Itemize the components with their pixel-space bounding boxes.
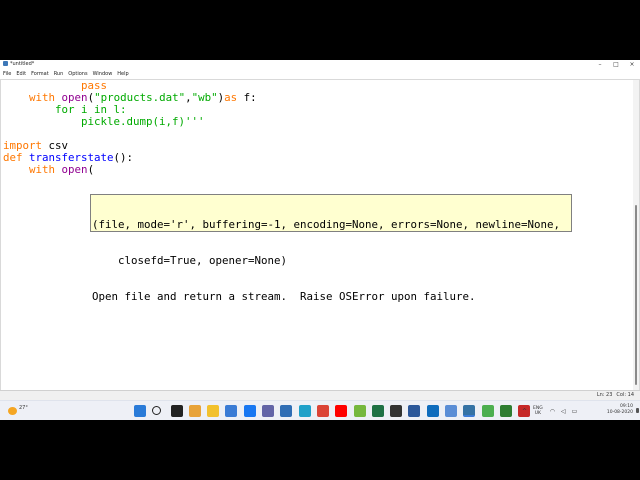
taskbar: 27° ^ ENG UK ◠ ◁ ▭ 09:10 10-08-2020 (0, 400, 640, 420)
excel-icon[interactable] (371, 405, 384, 417)
word-icon[interactable] (408, 405, 421, 417)
menu-window[interactable]: Window (93, 70, 113, 79)
terminal-icon[interactable] (390, 405, 403, 417)
youtube-icon[interactable] (335, 405, 348, 417)
code-line[interactable]: pickle.dump(i,f)''' (3, 116, 257, 128)
weather-widget[interactable]: 27° (8, 404, 30, 418)
app-green-icon[interactable] (499, 405, 512, 417)
clock-date: 10-08-2020 (606, 410, 633, 415)
teams-icon[interactable] (262, 405, 275, 417)
code-token: ( (87, 163, 95, 176)
weather-temperature: 27° (19, 405, 28, 411)
status-bar: Ln: 23 Col: 14 (0, 390, 640, 400)
system-tray: ^ ENG UK ◠ ◁ ▭ (522, 404, 583, 418)
menu-bar: File Edit Format Run Options Window Help (0, 70, 640, 79)
language-region: UK (534, 411, 541, 416)
menu-edit[interactable]: Edit (16, 70, 26, 79)
task-view-icon[interactable] (170, 405, 183, 417)
edge-icon[interactable] (298, 405, 311, 417)
code-token: as (224, 91, 238, 104)
speaker-icon[interactable]: ◁ (561, 408, 566, 415)
python-idle-icon[interactable] (463, 405, 476, 417)
column-number: Col: 14 (616, 392, 634, 398)
search-icon[interactable] (152, 406, 162, 415)
code-token: with (29, 163, 56, 176)
menu-options[interactable]: Options (68, 70, 87, 79)
media-player-icon[interactable] (280, 405, 293, 417)
code-text[interactable]: pass with open("products.dat","wb")as f:… (3, 80, 257, 176)
file-explorer-icon[interactable] (207, 405, 220, 417)
calltip-signature-line-1: (file, mode='r', buffering=-1, encoding=… (92, 218, 561, 231)
screen: *untitled* – □ × File Edit Format Run Op… (0, 60, 640, 420)
minimize-button[interactable]: – (592, 60, 608, 70)
menu-format[interactable]: Format (31, 70, 49, 79)
calltip-popup: (file, mode='r', buffering=-1, encoding=… (90, 194, 572, 303)
chrome-alt-icon[interactable] (481, 405, 494, 417)
clock[interactable]: 09:10 10-08-2020 (607, 404, 633, 416)
weather-icon (8, 407, 17, 415)
menu-help[interactable]: Help (117, 70, 128, 79)
wifi-icon[interactable]: ◠ (550, 408, 555, 415)
menu-run[interactable]: Run (54, 70, 64, 79)
battery-icon[interactable]: ▭ (572, 408, 578, 415)
line-number: Ln: 23 (596, 392, 613, 398)
tray-overflow-chevron-icon[interactable]: ^ (522, 408, 527, 415)
calltip-signature-line-2: closefd=True, opener=None) (92, 254, 288, 267)
code-token: (): (113, 151, 134, 164)
vertical-scrollbar[interactable] (633, 80, 639, 391)
facebook-icon[interactable] (243, 405, 256, 417)
code-token: f: (237, 91, 257, 104)
menu-file[interactable]: File (3, 70, 11, 79)
title-bar: *untitled* – □ × (0, 60, 640, 70)
notification-icon[interactable] (636, 408, 639, 413)
code-token: "wb" (191, 91, 218, 104)
start-icon[interactable] (134, 405, 146, 417)
code-editor[interactable]: pass with open("products.dat","wb")as f:… (0, 79, 640, 391)
utorrent-icon[interactable] (353, 405, 366, 417)
photos-icon[interactable] (445, 405, 458, 417)
idle-app-icon (3, 61, 8, 66)
widgets-icon[interactable] (188, 405, 201, 417)
code-token: pickle.dump(i,f)''' (81, 115, 205, 128)
window-controls: – □ × (592, 60, 640, 70)
calltip-docstring: Open file and return a stream. Raise OSE… (92, 290, 476, 303)
store-icon[interactable] (225, 405, 238, 417)
window-title: *untitled* (10, 61, 35, 67)
code-token: open (61, 163, 88, 176)
chrome-icon[interactable] (316, 405, 329, 417)
close-button[interactable]: × (624, 60, 640, 70)
scrollbar-thumb[interactable] (635, 205, 637, 385)
language-indicator[interactable]: ENG UK (533, 406, 543, 416)
mail-icon[interactable] (426, 405, 439, 417)
code-line[interactable]: with open( (3, 164, 257, 176)
taskbar-apps (134, 405, 537, 417)
maximize-button[interactable]: □ (608, 60, 624, 70)
